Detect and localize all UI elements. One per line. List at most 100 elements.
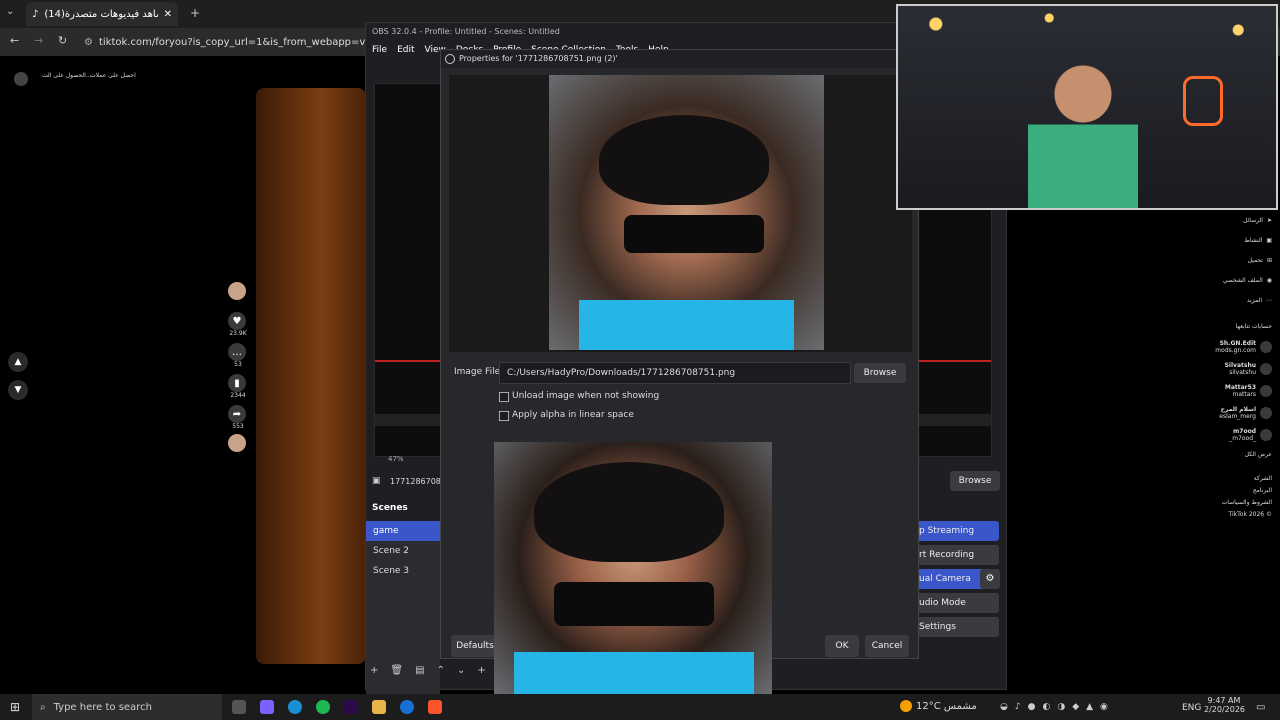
- tab-list-button[interactable]: ⌄: [6, 6, 20, 20]
- taskbar-search[interactable]: ⌕ Type here to search: [32, 694, 222, 720]
- following-handle: silvatshu: [1229, 369, 1256, 376]
- menu-file[interactable]: File: [372, 45, 387, 55]
- following-handle: _m7ood_: [1229, 435, 1256, 442]
- search-placeholder: Type here to search: [53, 701, 152, 713]
- sidebar-item-upload[interactable]: تحميل ⊞: [1200, 250, 1272, 270]
- shirt-shape: [579, 300, 794, 350]
- url-field[interactable]: ⚙ tiktok.com/foryou?is_copy_url=1&is_fro…: [84, 33, 416, 51]
- brave-icon[interactable]: [428, 700, 442, 714]
- tiktok-logo-icon[interactable]: [14, 72, 28, 86]
- webcam-overlay: [896, 4, 1278, 210]
- new-tab-button[interactable]: +: [190, 6, 200, 20]
- studio-mode-button[interactable]: udio Mode: [911, 593, 999, 613]
- tray-icon[interactable]: ◐: [1042, 702, 1050, 712]
- creator-avatar[interactable]: [228, 282, 246, 300]
- back-icon[interactable]: ←: [10, 34, 19, 47]
- footer-link[interactable]: البرنامج: [1200, 484, 1272, 496]
- sidebar-item-more[interactable]: المزيد ⋯: [1200, 290, 1272, 310]
- taskbar-apps: [232, 700, 442, 714]
- following-item[interactable]: Sh.GN.Edit mods.gn.com: [1200, 336, 1272, 358]
- spotify-icon[interactable]: [316, 700, 330, 714]
- tray-icon[interactable]: ◑: [1057, 702, 1065, 712]
- down-icon[interactable]: ⌄: [457, 665, 465, 676]
- filter-icon[interactable]: ▤: [415, 665, 424, 676]
- sidebar-item-profile[interactable]: الملف الشخصي ◉: [1200, 270, 1272, 290]
- obs-browse-button[interactable]: Browse: [950, 471, 1000, 491]
- ok-button[interactable]: OK: [825, 635, 859, 657]
- site-info-icon[interactable]: ⚙: [84, 37, 93, 48]
- get-coins-button[interactable]: احصل على عملات: [90, 72, 136, 79]
- scene-item[interactable]: game: [366, 521, 440, 541]
- dialog-browse-button[interactable]: Browse: [854, 363, 906, 383]
- alpha-linear-checkbox[interactable]: [499, 411, 509, 421]
- video-player[interactable]: [256, 88, 366, 664]
- forward-icon[interactable]: →: [34, 34, 43, 47]
- following-item[interactable]: m7ood _m7ood_: [1200, 424, 1272, 446]
- app-c-icon[interactable]: [400, 700, 414, 714]
- image-file-input[interactable]: C:/Users/HadyPro/Downloads/1771286708751…: [499, 362, 851, 384]
- prev-video-button[interactable]: ▲: [8, 352, 28, 372]
- source-name: 17712867087: [390, 477, 446, 486]
- following-avatar: [1260, 341, 1272, 353]
- following-name: اسلام المرح: [1220, 406, 1256, 413]
- reload-icon[interactable]: ↻: [58, 34, 67, 47]
- shirt-shape: [514, 652, 754, 694]
- following-item[interactable]: Mattar53 mattars: [1200, 380, 1272, 402]
- browser-tab[interactable]: ♪ (14)شاهد فيديوهات متصدرة | Tik ✕: [26, 2, 178, 26]
- see-all-link[interactable]: عرض الكل: [1200, 446, 1272, 462]
- sidebar-item-activity[interactable]: النشاط ▣: [1200, 230, 1272, 250]
- following-avatar: [1260, 363, 1272, 375]
- start-icon[interactable]: ⊞: [10, 700, 20, 714]
- sidebar-item-messages[interactable]: الرسائل ➤: [1200, 210, 1272, 230]
- language-indicator[interactable]: ENG: [1182, 703, 1201, 713]
- virtual-camera-gear-icon[interactable]: ⚙: [980, 569, 1000, 589]
- music-disc-avatar[interactable]: [228, 434, 246, 452]
- add-icon[interactable]: +: [370, 665, 378, 676]
- task-view-icon[interactable]: [232, 700, 246, 714]
- get-app-button[interactable]: الحصول على الت...: [42, 72, 92, 79]
- copilot-icon[interactable]: [260, 700, 274, 714]
- following-name: Mattar53: [1224, 384, 1256, 391]
- scene-toolbar: + 🗑 ▤ ⌃ ⌄ +: [370, 665, 486, 676]
- close-tab-icon[interactable]: ✕: [164, 9, 172, 20]
- share-icon[interactable]: ➦: [228, 405, 246, 423]
- tray-icon[interactable]: ▲: [1086, 702, 1093, 712]
- tray-icon[interactable]: ◉: [1100, 702, 1108, 712]
- up-icon[interactable]: ⌃: [437, 665, 445, 676]
- network-icon[interactable]: ◒: [1000, 702, 1008, 712]
- mic-icon[interactable]: ●: [1028, 702, 1036, 712]
- image-source-icon: ▣: [372, 476, 381, 486]
- following-item[interactable]: Silvatshu silvatshu: [1200, 358, 1272, 380]
- bookmark-icon[interactable]: ▮: [228, 374, 246, 392]
- settings-button[interactable]: Settings: [911, 617, 999, 637]
- tray-icon[interactable]: ◆: [1072, 702, 1079, 712]
- premiere-icon[interactable]: [344, 700, 358, 714]
- hair-shape: [534, 462, 724, 562]
- add-source-icon[interactable]: +: [477, 665, 485, 676]
- trash-icon[interactable]: 🗑: [390, 665, 403, 676]
- unload-image-checkbox[interactable]: [499, 392, 509, 402]
- footer-link[interactable]: الشركة: [1200, 472, 1272, 484]
- following-handle: mattars: [1232, 391, 1257, 398]
- notifications-icon[interactable]: ▭: [1256, 702, 1265, 713]
- video-actions: ♥ 23.9K … 53 ▮ 2344 ➦ 553: [228, 282, 248, 452]
- start-recording-button[interactable]: rt Recording: [911, 545, 999, 565]
- scene-item[interactable]: Scene 2: [366, 541, 440, 561]
- start-streaming-button[interactable]: p Streaming: [911, 521, 999, 541]
- heart-icon[interactable]: ♥: [228, 312, 246, 330]
- next-video-button[interactable]: ▼: [8, 380, 28, 400]
- scene-item[interactable]: Scene 3: [366, 561, 440, 581]
- footer-link[interactable]: الشروط والسياسات: [1200, 496, 1272, 508]
- folder-icon[interactable]: [372, 700, 386, 714]
- defaults-button[interactable]: Defaults: [451, 635, 499, 657]
- comment-icon[interactable]: …: [228, 343, 246, 361]
- weather-widget[interactable]: 12°C مشمس: [900, 700, 977, 712]
- following-item[interactable]: اسلام المرح eslam_merg: [1200, 402, 1272, 424]
- volume-icon[interactable]: ♪: [1015, 702, 1021, 712]
- menu-edit[interactable]: Edit: [397, 45, 414, 55]
- edge-icon[interactable]: [288, 700, 302, 714]
- alpha-linear-label: Apply alpha in linear space: [512, 410, 634, 420]
- clock[interactable]: 9:47 AM 2/20/2026: [1204, 696, 1245, 714]
- neon-sign: [1183, 76, 1223, 126]
- cancel-button[interactable]: Cancel: [865, 635, 909, 657]
